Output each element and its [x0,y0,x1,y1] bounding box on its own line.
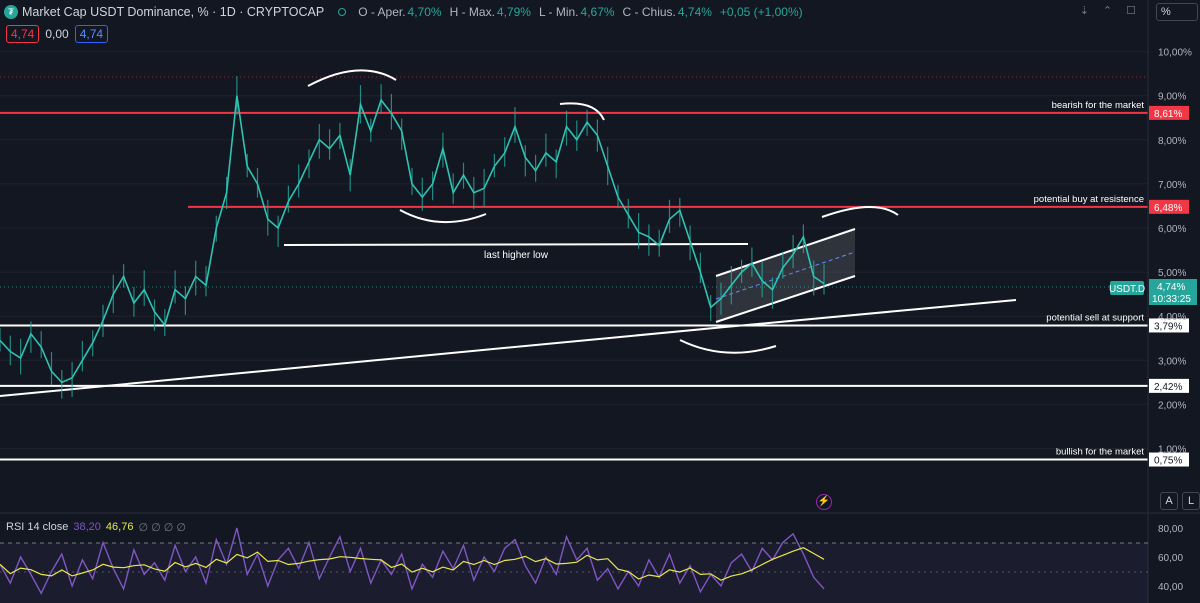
chart-header: ₮ Market Cap USDT Dominance, % · 1D · CR… [4,3,811,21]
level-price-label: 0,75% [1154,456,1182,467]
maximize-icon[interactable]: ☐ [1126,4,1136,17]
arc-bottom-channel[interactable] [679,339,777,354]
price-series [0,76,825,399]
tether-logo-icon: ₮ [4,5,18,19]
high-value: 4,79% [496,5,531,19]
sell-price-box[interactable]: 4,74 [6,25,40,43]
arc-projection[interactable] [821,206,899,218]
arc-top-left[interactable] [307,69,397,87]
rsi-ma-value: 46,76 [105,521,134,533]
grid-lines [0,51,1148,449]
rsi-value: 38,20 [73,521,101,533]
level-price-label: 6,48% [1154,203,1182,214]
last-price-tag: USDT.D 4,74% 10:33:25 [1109,279,1197,305]
price-tick-label: 9,00% [1158,92,1186,103]
price-tick-label: 10,00% [1158,48,1192,59]
price-tick-label: 4,00% [1158,312,1186,323]
change-value: +0,05 (+1,00%) [719,5,803,19]
price-tick-label: 3,00% [1158,356,1186,367]
scale-mode-button[interactable]: % [1156,3,1198,21]
log-scale-button[interactable]: L [1182,492,1200,510]
low-label: L - Min. [538,5,579,19]
level-label: potential buy at resistence [1034,194,1144,205]
open-value: 4,70% [407,5,442,19]
price-line [0,95,825,384]
last-higher-low-line[interactable] [283,243,749,246]
status-dot-icon [338,8,347,16]
horizontal-levels[interactable]: bearish for the market 8,61% potential buy… [0,100,1189,467]
level-label: potential sell at support [1046,312,1144,323]
annotation-last-higher-low: last higher low [484,250,549,261]
countdown: 10:33:25 [1152,294,1191,305]
close-label: C - Chius. [622,5,676,19]
rsi-tick-label: 80,00 [1158,524,1183,535]
price-tick-label: 6,00% [1158,224,1186,235]
level-price-label: 8,61% [1154,109,1182,120]
rsi-tick-label: 60,00 [1158,553,1183,564]
price-tick-label: 8,00% [1158,136,1186,147]
high-label: H - Max. [449,5,495,19]
price-tick-label: 7,00% [1158,180,1186,191]
auto-scale-button[interactable]: A [1160,492,1178,510]
price-boxes: 4,74 0,00 4,74 [6,25,109,43]
rsi-tick-label: 40,00 [1158,582,1183,593]
collapse-icon[interactable]: ⇣ [1080,4,1089,17]
spread-value: 0,00 [45,27,69,41]
low-value: 4,67% [580,5,615,19]
rsi-header: RSI 14 close 38,20 46,76 ∅ ∅ ∅ ∅ [6,521,186,534]
close-value: 4,74% [677,5,712,19]
level-price-label: 2,42% [1154,382,1182,393]
price-tick-label: 1,00% [1158,445,1186,456]
chart-toolbar: ⇣ ⌃ ☐ [1080,4,1136,17]
rsi-placeholders: ∅ ∅ ∅ ∅ [138,522,186,534]
price-tick-label: 5,00% [1158,268,1186,279]
level-label: bearish for the market [1052,100,1145,111]
flash-alert-icon[interactable]: ⚡ [816,494,832,510]
move-up-icon[interactable]: ⌃ [1103,4,1112,17]
open-label: O - Aper. [358,5,406,19]
chart-canvas[interactable]: bearish for the market 8,61% potential buy… [0,0,1200,603]
symbol-tag: USDT.D [1109,284,1145,295]
chart-title[interactable]: Market Cap USDT Dominance, % · 1D · CRYP… [22,5,324,19]
last-price-value: 4,74% [1157,282,1185,293]
rsi-axis: 80,00 60,00 40,00 [1158,524,1183,593]
level-label: bullish for the market [1056,447,1145,458]
rsi-label[interactable]: RSI 14 close [6,521,68,534]
arc-bottom-mid[interactable] [399,209,487,223]
buy-price-box[interactable]: 4,74 [74,25,109,43]
price-tick-label: 2,00% [1158,400,1186,411]
